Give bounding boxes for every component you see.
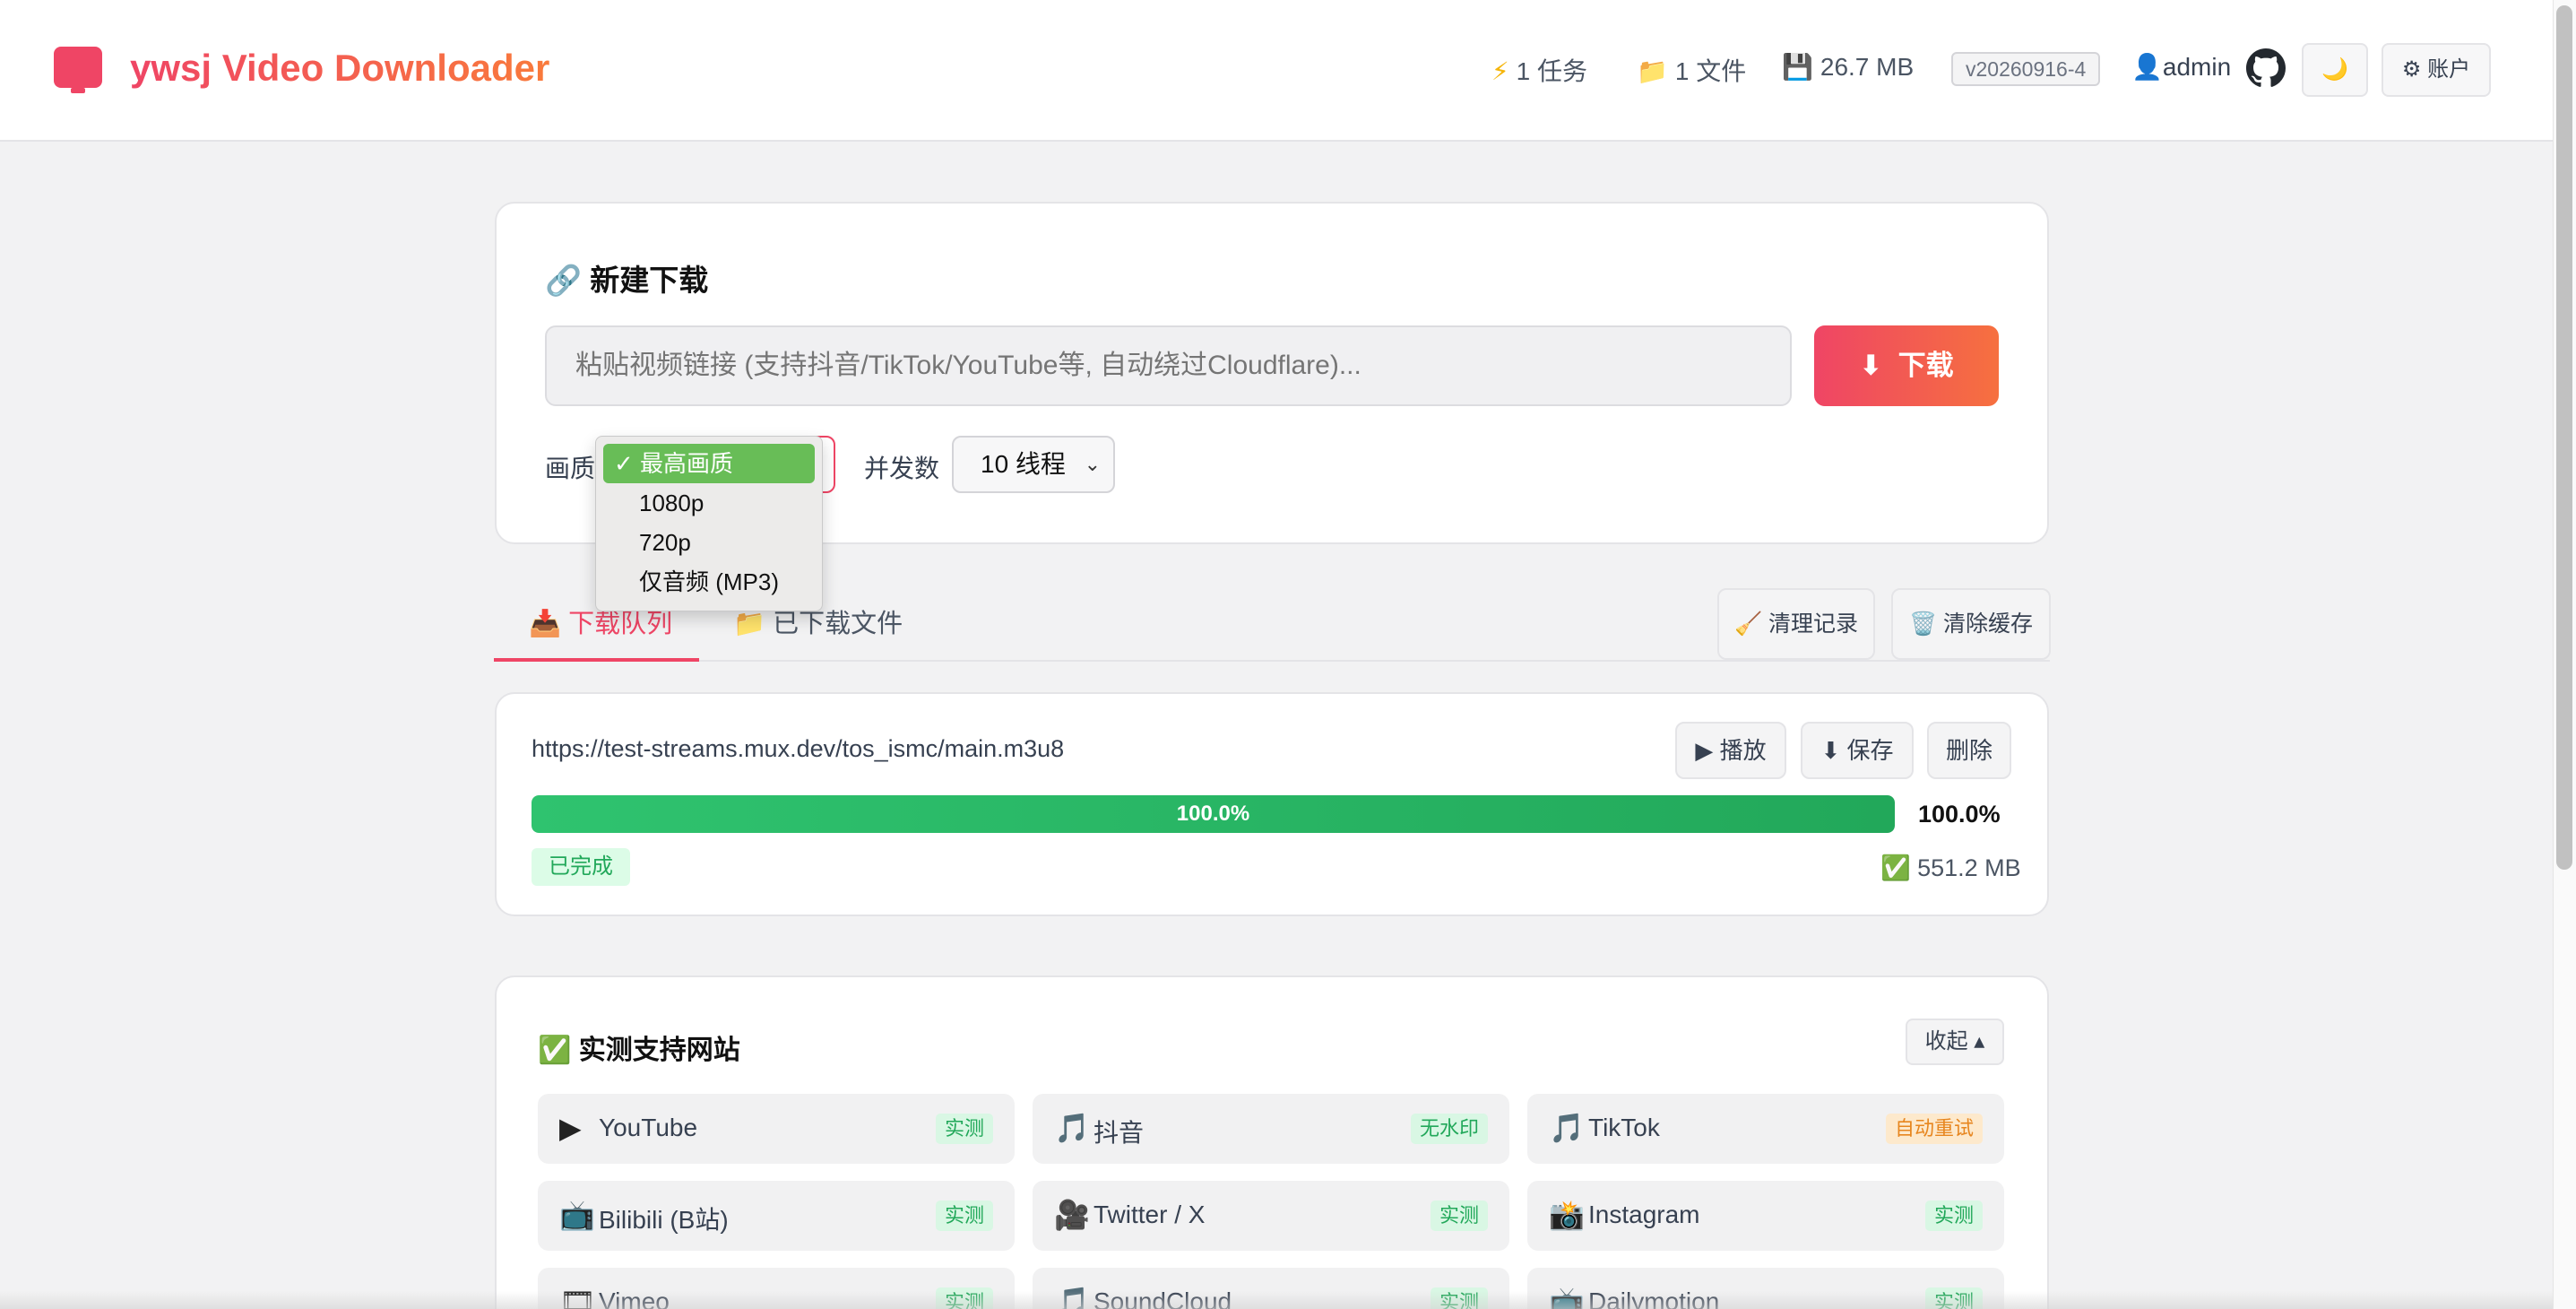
site-name: Twitter / X [1094,1201,1206,1228]
version-badge: v20260916-4 [1951,52,2101,86]
quality-option-best[interactable]: ✓ 最高画质 [603,444,815,483]
site-tile[interactable]: 📺 Bilibili (B站) 实测 [538,1181,1015,1251]
username: admin [2162,53,2232,81]
collapse-button[interactable]: 收起 ▴ [1906,1019,2004,1065]
site-badge: 实测 [935,1114,993,1144]
site-icon: 🎵 [1054,1112,1090,1144]
github-icon[interactable] [2246,48,2286,88]
folder-icon: 📁 [1637,57,1668,85]
moon-icon: 🌙 [2321,57,2348,82]
quality-dropdown[interactable]: ✓ 最高画质 1080p 720p 仅音频 (MP3) [595,436,823,611]
save-button[interactable]: ⬇ 保存 [1801,722,1914,779]
tabs-divider [494,660,2050,662]
task-count-stat: ⚡ 1 任务 [1491,52,1587,88]
play-button[interactable]: ▶ 播放 [1675,722,1786,779]
app-header: ywsj Video Downloader ⚡ 1 任务 📁 1 文件 💾 26.7 … [0,0,2576,142]
file-size: ✅ 551.2 MB [1880,854,2021,881]
threads-label: 并发数 [864,455,940,482]
download-button[interactable]: ⬇ 下载 [1814,325,1999,406]
active-tab-underline [494,658,699,662]
supported-sites-title: ✅ 实测支持网站 [538,1036,740,1065]
new-download-title: 🔗 新建下载 [545,264,709,297]
site-name: 抖音 [1094,1119,1145,1147]
progress-bar-text: 100.0% [1176,802,1250,826]
site-icon: 🎵 [1549,1112,1585,1144]
file-count-stat: 📁 1 文件 [1637,52,1746,88]
url-input[interactable] [545,325,1792,406]
storage-text: 26.7 MB [1820,53,1915,81]
file-count-text: 1 文件 [1674,57,1747,85]
account-button[interactable]: ⚙ 账户 [2382,43,2491,97]
floppy-disk-icon: 💾 [1782,53,1813,81]
site-icon: 📺 [559,1199,595,1231]
site-name: TikTok [1588,1114,1660,1141]
site-tile[interactable]: 🎥 Twitter / X 实测 [1033,1181,1509,1251]
user-icon: 👤 [2131,53,2163,81]
site-icon: ▶ [559,1112,582,1144]
download-icon: ⬇ [1859,350,1883,381]
theme-toggle-button[interactable]: 🌙 [2302,43,2368,97]
tv-logo-icon [54,47,102,93]
task-count-text: 1 任务 [1516,57,1588,85]
site-badge: 无水印 [1410,1114,1488,1144]
site-tile[interactable]: 📸 Instagram 实测 [1527,1181,2004,1251]
status-badge: 已完成 [532,848,630,886]
site-tile[interactable]: 🎵 抖音 无水印 [1033,1094,1509,1164]
quality-option-1080p[interactable]: 1080p [603,483,815,523]
user-label: 👤admin [2131,52,2231,82]
progress-percent: 100.0% [1918,801,2001,828]
progress-bar: 100.0% [532,795,1895,833]
clear-records-button[interactable]: 🧹 清理记录 [1717,588,1875,660]
site-badge: 实测 [1924,1201,1983,1231]
scrollbar-thumb[interactable] [2556,5,2572,870]
bottom-fade [0,1291,2553,1309]
site-name: Bilibili (B站) [599,1206,729,1234]
download-label: 下载 [1897,350,1954,381]
lightning-icon: ⚡ [1491,57,1509,85]
threads-select[interactable]: 10 线程 ⌄ [952,436,1115,493]
site-badge: 实测 [935,1201,993,1231]
site-badge: 实测 [1430,1201,1488,1231]
site-badge: 自动重试 [1885,1114,1983,1144]
app-title: ywsj Video Downloader [130,47,550,89]
storage-stat: 💾 26.7 MB [1782,52,1914,82]
task-url: https://test-streams.mux.dev/tos_ismc/ma… [532,735,1065,762]
site-icon: 🎥 [1054,1199,1090,1231]
quality-option-720p[interactable]: 720p [603,523,815,562]
threads-value: 10 线程 [981,450,1066,478]
clear-cache-button[interactable]: 🗑️ 清除缓存 [1891,588,2051,660]
site-tile[interactable]: 🎵 TikTok 自动重试 [1527,1094,2004,1164]
site-name: Instagram [1588,1201,1700,1228]
delete-button[interactable]: 删除 [1927,722,2011,779]
site-name: YouTube [599,1114,698,1141]
chevron-down-icon: ⌄ [1084,453,1101,475]
quality-option-audio[interactable]: 仅音频 (MP3) [603,562,815,602]
site-icon: 📸 [1549,1199,1585,1231]
quality-label: 画质 [545,455,596,482]
site-tile[interactable]: ▶ YouTube 实测 [538,1094,1015,1164]
